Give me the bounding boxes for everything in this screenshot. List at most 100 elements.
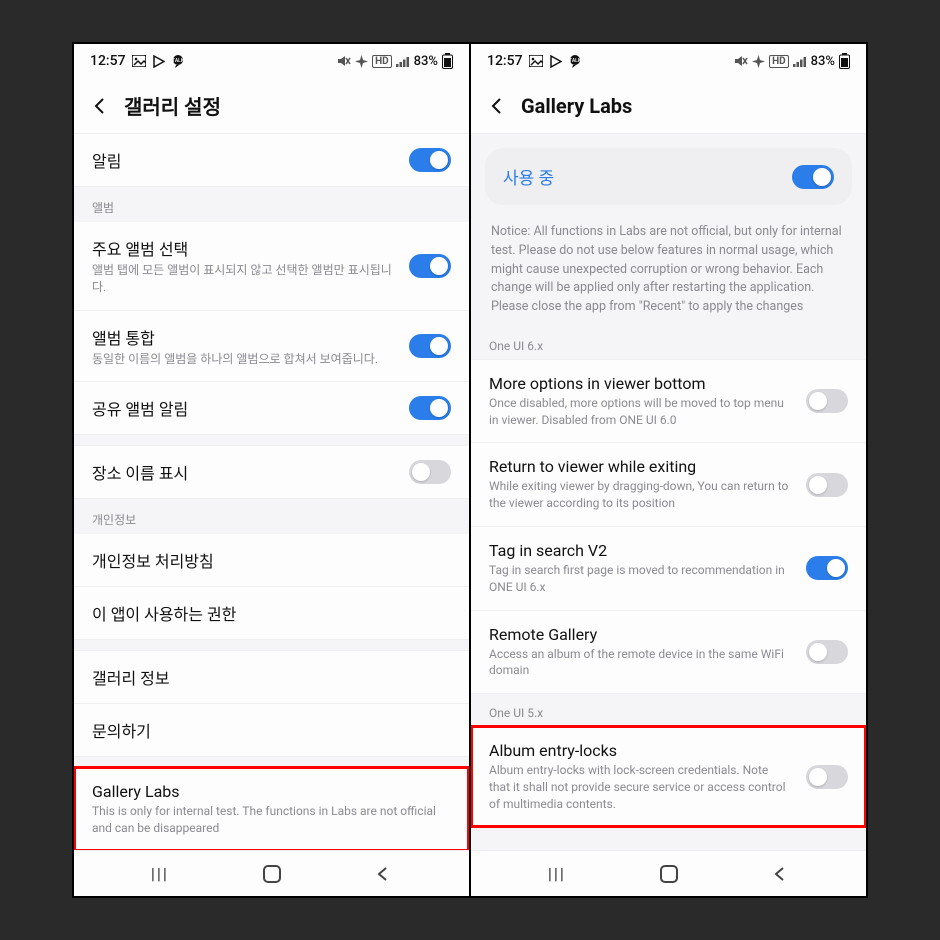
- section-privacy: 개인정보: [74, 499, 469, 534]
- row-label: 이 앱이 사용하는 권한: [92, 601, 451, 625]
- row-sub: 앨범 탭에 모든 앨범이 표시되지 않고 선택한 앨범만 표시됩니다.: [92, 262, 395, 296]
- nav-back-icon[interactable]: [771, 865, 789, 883]
- status-time: 12:57: [487, 53, 523, 69]
- row-main-album[interactable]: 주요 앨범 선택 앨범 탭에 모든 앨범이 표시되지 않고 선택한 앨범만 표시…: [74, 222, 469, 311]
- flight-mode-icon: [355, 55, 368, 68]
- phone-left: 12:57 TALK HD 83% 갤러리 설정 알림: [74, 44, 469, 896]
- divider: [74, 640, 469, 650]
- divider: [74, 757, 469, 767]
- row-sub: While exiting viewer by dragging-down, Y…: [489, 478, 792, 512]
- toggle-notifications[interactable]: [409, 148, 451, 172]
- row-sub: Tag in search first page is moved to rec…: [489, 562, 792, 596]
- row-sub: This is only for internal test. The func…: [92, 803, 451, 837]
- row-contact[interactable]: 문의하기: [74, 704, 469, 757]
- nav-bar: |||: [471, 850, 866, 896]
- row-label: Remote Gallery: [489, 625, 792, 644]
- mute-icon: [734, 55, 748, 67]
- section-album: 앨범: [74, 187, 469, 222]
- toggle-place-name[interactable]: [409, 460, 451, 484]
- row-label: Gallery Labs: [92, 782, 451, 801]
- toggle-main-album[interactable]: [409, 254, 451, 278]
- play-icon: [549, 55, 562, 68]
- page-title: 갤러리 설정: [124, 91, 221, 120]
- signal-icon: [396, 56, 410, 67]
- battery-icon: [839, 53, 850, 69]
- row-gallery-labs[interactable]: Gallery Labs This is only for internal t…: [74, 767, 469, 850]
- row-permissions[interactable]: 이 앱이 사용하는 권한: [74, 587, 469, 640]
- row-sub: Album entry-locks with lock-screen crede…: [489, 762, 792, 812]
- chat-icon: TALK: [171, 54, 185, 68]
- row-merge-album[interactable]: 앨범 통합 동일한 이름의 앨범을 하나의 앨범으로 합쳐서 보여줍니다.: [74, 311, 469, 383]
- phone-right: 12:57 TALK HD 83% Gallery Labs 사용 중: [471, 44, 866, 896]
- row-privacy-policy[interactable]: 개인정보 처리방침: [74, 534, 469, 587]
- divider: [74, 435, 469, 445]
- status-bar: 12:57 TALK HD 83%: [471, 44, 866, 78]
- row-label: More options in viewer bottom: [489, 374, 792, 393]
- toggle-more-options[interactable]: [806, 389, 848, 413]
- toggle-remote-gallery[interactable]: [806, 640, 848, 664]
- nav-bar: |||: [74, 850, 469, 896]
- labs-list: 사용 중 Notice: All functions in Labs are n…: [471, 134, 866, 850]
- nav-home-icon[interactable]: [263, 865, 281, 883]
- settings-list: 알림 앨범 주요 앨범 선택 앨범 탭에 모든 앨범이 표시되지 않고 선택한 …: [74, 134, 469, 850]
- row-label: 주요 앨범 선택: [92, 236, 395, 260]
- row-sub: Access an album of the remote device in …: [489, 646, 792, 680]
- row-label: 장소 이름 표시: [92, 460, 395, 484]
- nav-recents-icon[interactable]: |||: [548, 864, 566, 883]
- row-label: Tag in search V2: [489, 541, 792, 560]
- toggle-share-notif[interactable]: [409, 396, 451, 420]
- row-place-name[interactable]: 장소 이름 표시: [74, 445, 469, 499]
- image-icon: [132, 55, 146, 67]
- svg-text:TALK: TALK: [569, 58, 582, 64]
- flight-mode-icon: [752, 55, 765, 68]
- page-header: 갤러리 설정: [74, 78, 469, 134]
- row-remote-gallery[interactable]: Remote Gallery Access an album of the re…: [471, 611, 866, 695]
- chat-icon: TALK: [568, 54, 582, 68]
- page-header: Gallery Labs: [471, 78, 866, 134]
- toggle-labs-enabled[interactable]: [792, 165, 834, 189]
- row-label: Return to viewer while exiting: [489, 457, 792, 476]
- toggle-album-entry-locks[interactable]: [806, 765, 848, 789]
- status-bar: 12:57 TALK HD 83%: [74, 44, 469, 78]
- image-icon: [529, 55, 543, 67]
- status-time: 12:57: [90, 53, 126, 69]
- row-sub: 동일한 이름의 앨범을 하나의 앨범으로 합쳐서 보여줍니다.: [92, 351, 395, 368]
- back-icon[interactable]: [90, 96, 110, 116]
- row-label: 알림: [92, 148, 395, 172]
- row-return-viewer[interactable]: Return to viewer while exiting While exi…: [471, 443, 866, 527]
- play-icon: [152, 55, 165, 68]
- battery-pct: 83%: [811, 54, 835, 69]
- row-label: 앨범 통합: [92, 325, 395, 349]
- net-hd-icon: HD: [769, 55, 789, 68]
- section-one-ui-5x: One UI 5.x: [471, 694, 866, 726]
- mute-icon: [337, 55, 351, 67]
- battery-icon: [442, 53, 453, 69]
- battery-pct: 83%: [414, 54, 438, 69]
- toggle-merge-album[interactable]: [409, 334, 451, 358]
- screenshot-pair: 12:57 TALK HD 83% 갤러리 설정 알림: [72, 42, 868, 898]
- net-hd-icon: HD: [372, 55, 392, 68]
- row-tag-search-v2[interactable]: Tag in search V2 Tag in search first pag…: [471, 527, 866, 611]
- row-more-options[interactable]: More options in viewer bottom Once disab…: [471, 359, 866, 444]
- nav-home-icon[interactable]: [660, 865, 678, 883]
- row-album-entry-locks[interactable]: Album entry-locks Album entry-locks with…: [471, 726, 866, 826]
- nav-recents-icon[interactable]: |||: [151, 864, 169, 883]
- row-notifications[interactable]: 알림: [74, 134, 469, 187]
- toggle-return-viewer[interactable]: [806, 473, 848, 497]
- row-share-notif[interactable]: 공유 앨범 알림: [74, 382, 469, 435]
- nav-back-icon[interactable]: [374, 865, 392, 883]
- row-sub: Once disabled, more options will be move…: [489, 395, 792, 429]
- row-label: Album entry-locks: [489, 741, 792, 760]
- signal-icon: [793, 56, 807, 67]
- row-label: 공유 앨범 알림: [92, 396, 395, 420]
- toggle-tag-search-v2[interactable]: [806, 556, 848, 580]
- row-gallery-info[interactable]: 갤러리 정보: [74, 650, 469, 704]
- labs-enabled-card[interactable]: 사용 중: [485, 148, 852, 205]
- row-label: 갤러리 정보: [92, 665, 451, 689]
- back-icon[interactable]: [487, 96, 507, 116]
- section-one-ui-6x: One UI 6.x: [471, 327, 866, 359]
- labs-notice: Notice: All functions in Labs are not of…: [471, 215, 866, 327]
- svg-text:TALK: TALK: [172, 58, 185, 64]
- page-title: Gallery Labs: [521, 94, 632, 118]
- labs-enabled-label: 사용 중: [503, 164, 554, 189]
